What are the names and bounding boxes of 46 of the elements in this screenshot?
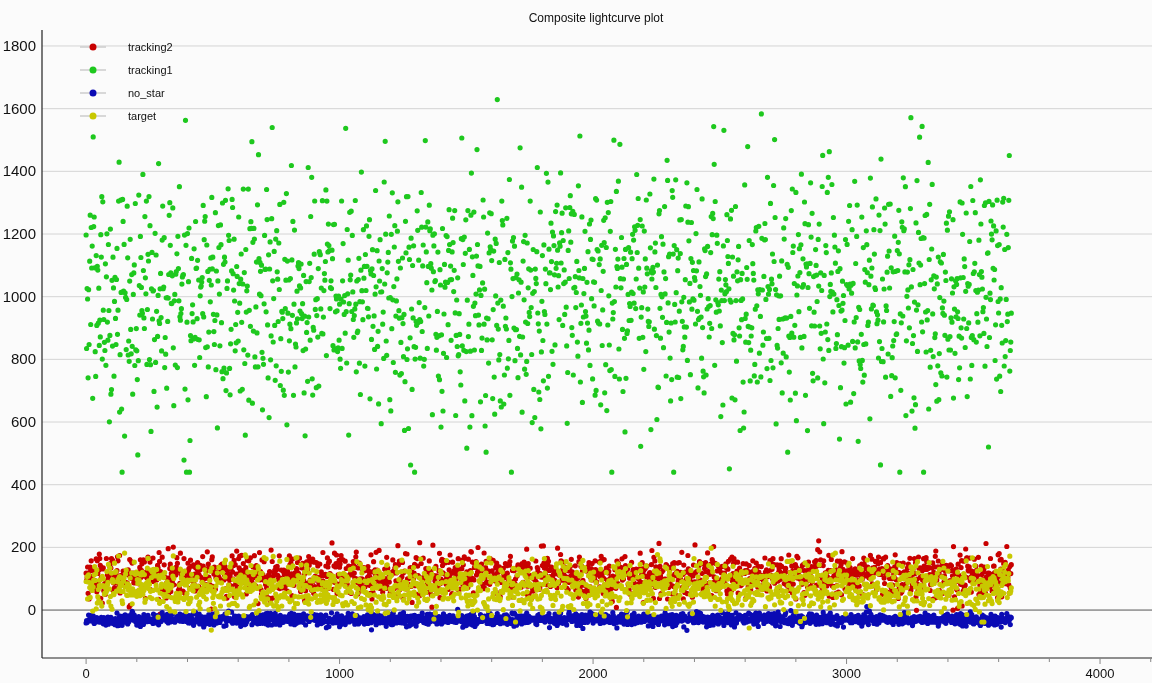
tick-mark [136, 657, 138, 663]
tick-mark [846, 657, 848, 665]
tick-mark [896, 657, 898, 663]
legend-label: no_star [128, 87, 165, 99]
tick-mark [491, 657, 493, 663]
tick-mark [288, 657, 290, 663]
tick-mark [744, 657, 746, 663]
tick-mark [947, 657, 949, 663]
legend-line [79, 69, 107, 71]
tick-mark [795, 657, 797, 663]
legend-line [79, 115, 107, 117]
tick-mark [339, 657, 341, 665]
y-axis-label: 1200 [2, 225, 36, 242]
tick-mark [1099, 657, 1101, 665]
tick-mark [693, 657, 695, 663]
y-axis-label: 1800 [2, 37, 36, 54]
tick-mark [237, 657, 239, 663]
y-axis-label: 400 [10, 475, 36, 493]
legend-line [79, 92, 107, 94]
tick-mark [541, 657, 543, 663]
tick-mark [389, 657, 391, 663]
legend-label: tracking1 [128, 64, 173, 76]
y-axis-label: 1600 [2, 99, 36, 117]
x-axis-label: 1000 [325, 666, 355, 681]
tick-mark [187, 657, 188, 663]
y-axis-label: 200 [10, 538, 36, 556]
plot-title: Composite lightcurve plot [528, 11, 664, 25]
legend-line [79, 46, 107, 48]
tick-mark [998, 657, 1000, 663]
tick-mark [440, 657, 442, 663]
y-axis-label: 600 [10, 413, 36, 431]
y-axis-label: 0 [27, 601, 36, 619]
y-axis-label: 1400 [2, 162, 36, 180]
tick-mark [1048, 657, 1050, 663]
y-axis-label: 1000 [2, 287, 36, 305]
tick-mark [592, 657, 594, 665]
tick-mark [85, 657, 87, 665]
tick-mark [643, 657, 645, 663]
x-axis-label: 3000 [832, 666, 861, 681]
tick-mark [1150, 657, 1152, 663]
legend-label: target [128, 110, 157, 122]
x-axis-label: 4000 [1085, 666, 1115, 681]
legend-label: tracking2 [128, 41, 173, 53]
y-axis-label: 800 [10, 350, 36, 368]
x-axis-label: 2000 [578, 666, 608, 681]
x-axis-label: 0 [82, 666, 90, 681]
